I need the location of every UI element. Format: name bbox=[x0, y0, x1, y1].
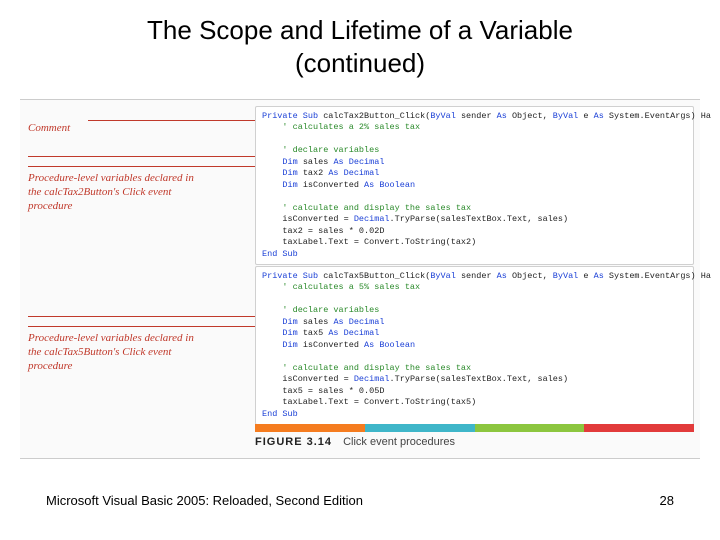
annotation-comment: Comment bbox=[28, 122, 70, 136]
slide-title: The Scope and Lifetime of a Variable (co… bbox=[0, 0, 720, 85]
figure-stripe bbox=[255, 424, 694, 432]
footer-left: Microsoft Visual Basic 2005: Reloaded, S… bbox=[46, 493, 363, 508]
figure-area: Comment Procedure-level variables declar… bbox=[20, 99, 700, 459]
code-block-1: Private Sub calcTax2Button_Click(ByVal s… bbox=[255, 106, 694, 265]
annotation-proc2: Procedure-level variables declared in th… bbox=[28, 172, 198, 213]
slide-footer: Microsoft Visual Basic 2005: Reloaded, S… bbox=[46, 493, 674, 508]
title-line2: (continued) bbox=[295, 48, 425, 78]
stripe-seg bbox=[475, 424, 585, 432]
annotation-proc5: Procedure-level variables declared in th… bbox=[28, 332, 198, 373]
annotation-line-comment bbox=[88, 120, 278, 121]
title-line1: The Scope and Lifetime of a Variable bbox=[147, 15, 573, 45]
annotation-line-proc2b bbox=[28, 166, 280, 167]
figure-caption: FIGURE 3.14 Click event procedures bbox=[255, 436, 694, 448]
figure-caption-text: Click event procedures bbox=[343, 436, 455, 448]
annotation-line-proc5a bbox=[28, 316, 280, 317]
stripe-seg bbox=[584, 424, 694, 432]
stripe-seg bbox=[255, 424, 365, 432]
code-block-2: Private Sub calcTax5Button_Click(ByVal s… bbox=[255, 266, 694, 425]
annotation-line-proc5b bbox=[28, 326, 280, 327]
footer-page-number: 28 bbox=[660, 493, 674, 508]
figure-number: FIGURE 3.14 bbox=[255, 436, 332, 448]
figure-caption-bar: FIGURE 3.14 Click event procedures bbox=[255, 424, 694, 452]
stripe-seg bbox=[365, 424, 475, 432]
annotation-line-proc2a bbox=[28, 156, 280, 157]
